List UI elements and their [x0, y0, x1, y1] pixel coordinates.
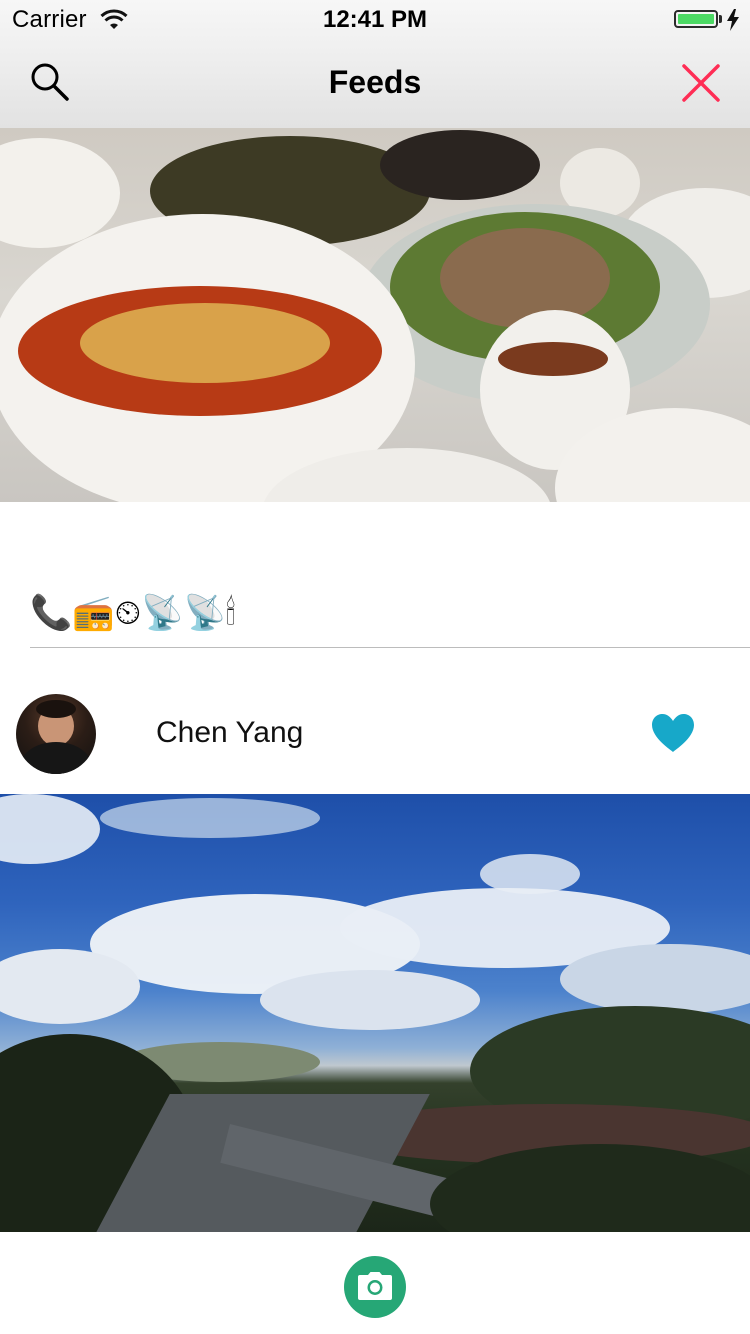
battery-level: [678, 14, 714, 24]
camera-icon: [358, 1272, 392, 1300]
camera-button[interactable]: [344, 1256, 406, 1318]
divider: [30, 647, 750, 648]
top-bar: Carrier 12:41 PM Feeds: [0, 0, 750, 128]
avatar[interactable]: [16, 694, 96, 774]
status-bar: Carrier 12:41 PM: [0, 0, 750, 40]
status-time: 12:41 PM: [322, 6, 428, 33]
food-photo[interactable]: [0, 128, 750, 502]
heart-icon[interactable]: [650, 712, 696, 754]
page-title: Feeds: [328, 64, 422, 100]
post-caption: 📞📻⏲📡📡🕯: [30, 594, 236, 632]
battery-tip: [719, 15, 722, 23]
close-icon[interactable]: [680, 62, 722, 104]
battery-icon: [674, 10, 718, 28]
user-name[interactable]: Chen Yang: [156, 716, 303, 750]
charging-bolt-icon: [727, 9, 739, 31]
landscape-photo[interactable]: [0, 794, 750, 1232]
navigation-bar: Feeds: [0, 40, 750, 128]
